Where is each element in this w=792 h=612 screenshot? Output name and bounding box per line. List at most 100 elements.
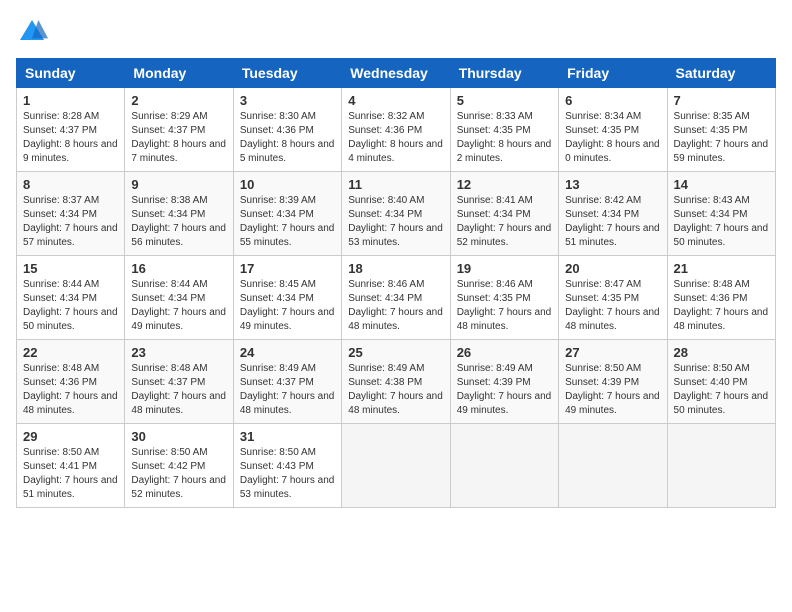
day-number: 23: [131, 345, 226, 360]
calendar-cell: 13 Sunrise: 8:42 AM Sunset: 4:34 PM Dayl…: [559, 172, 667, 256]
day-number: 22: [23, 345, 118, 360]
day-number: 6: [565, 93, 660, 108]
day-number: 29: [23, 429, 118, 444]
calendar-cell: 8 Sunrise: 8:37 AM Sunset: 4:34 PM Dayli…: [17, 172, 125, 256]
day-number: 19: [457, 261, 552, 276]
calendar-cell: 9 Sunrise: 8:38 AM Sunset: 4:34 PM Dayli…: [125, 172, 233, 256]
day-number: 2: [131, 93, 226, 108]
calendar-header-row: SundayMondayTuesdayWednesdayThursdayFrid…: [17, 59, 776, 88]
day-number: 15: [23, 261, 118, 276]
calendar-cell: 6 Sunrise: 8:34 AM Sunset: 4:35 PM Dayli…: [559, 88, 667, 172]
day-info: Sunrise: 8:49 AM Sunset: 4:37 PM Dayligh…: [240, 362, 335, 418]
calendar-cell: [667, 424, 775, 508]
calendar-cell: 11 Sunrise: 8:40 AM Sunset: 4:34 PM Dayl…: [342, 172, 450, 256]
calendar-cell: 17 Sunrise: 8:45 AM Sunset: 4:34 PM Dayl…: [233, 256, 341, 340]
calendar-cell: 21 Sunrise: 8:48 AM Sunset: 4:36 PM Dayl…: [667, 256, 775, 340]
day-number: 28: [674, 345, 769, 360]
calendar-cell: 16 Sunrise: 8:44 AM Sunset: 4:34 PM Dayl…: [125, 256, 233, 340]
day-info: Sunrise: 8:43 AM Sunset: 4:34 PM Dayligh…: [674, 194, 769, 250]
day-number: 26: [457, 345, 552, 360]
day-info: Sunrise: 8:50 AM Sunset: 4:41 PM Dayligh…: [23, 446, 118, 502]
day-info: Sunrise: 8:50 AM Sunset: 4:43 PM Dayligh…: [240, 446, 335, 502]
day-info: Sunrise: 8:40 AM Sunset: 4:34 PM Dayligh…: [348, 194, 443, 250]
day-info: Sunrise: 8:29 AM Sunset: 4:37 PM Dayligh…: [131, 110, 226, 166]
day-header-saturday: Saturday: [667, 59, 775, 88]
calendar-cell: 12 Sunrise: 8:41 AM Sunset: 4:34 PM Dayl…: [450, 172, 558, 256]
calendar-cell: 20 Sunrise: 8:47 AM Sunset: 4:35 PM Dayl…: [559, 256, 667, 340]
day-number: 10: [240, 177, 335, 192]
day-info: Sunrise: 8:35 AM Sunset: 4:35 PM Dayligh…: [674, 110, 769, 166]
day-number: 20: [565, 261, 660, 276]
calendar-cell: 4 Sunrise: 8:32 AM Sunset: 4:36 PM Dayli…: [342, 88, 450, 172]
calendar-cell: 29 Sunrise: 8:50 AM Sunset: 4:41 PM Dayl…: [17, 424, 125, 508]
day-header-tuesday: Tuesday: [233, 59, 341, 88]
day-header-sunday: Sunday: [17, 59, 125, 88]
calendar-cell: 5 Sunrise: 8:33 AM Sunset: 4:35 PM Dayli…: [450, 88, 558, 172]
day-header-wednesday: Wednesday: [342, 59, 450, 88]
day-info: Sunrise: 8:38 AM Sunset: 4:34 PM Dayligh…: [131, 194, 226, 250]
day-info: Sunrise: 8:34 AM Sunset: 4:35 PM Dayligh…: [565, 110, 660, 166]
day-info: Sunrise: 8:33 AM Sunset: 4:35 PM Dayligh…: [457, 110, 552, 166]
day-number: 27: [565, 345, 660, 360]
day-info: Sunrise: 8:48 AM Sunset: 4:37 PM Dayligh…: [131, 362, 226, 418]
calendar-cell: 22 Sunrise: 8:48 AM Sunset: 4:36 PM Dayl…: [17, 340, 125, 424]
calendar-week-row: 29 Sunrise: 8:50 AM Sunset: 4:41 PM Dayl…: [17, 424, 776, 508]
calendar-cell: 15 Sunrise: 8:44 AM Sunset: 4:34 PM Dayl…: [17, 256, 125, 340]
calendar-cell: 7 Sunrise: 8:35 AM Sunset: 4:35 PM Dayli…: [667, 88, 775, 172]
calendar-cell: 14 Sunrise: 8:43 AM Sunset: 4:34 PM Dayl…: [667, 172, 775, 256]
day-info: Sunrise: 8:42 AM Sunset: 4:34 PM Dayligh…: [565, 194, 660, 250]
day-number: 8: [23, 177, 118, 192]
day-number: 16: [131, 261, 226, 276]
day-info: Sunrise: 8:50 AM Sunset: 4:39 PM Dayligh…: [565, 362, 660, 418]
day-number: 12: [457, 177, 552, 192]
day-info: Sunrise: 8:37 AM Sunset: 4:34 PM Dayligh…: [23, 194, 118, 250]
calendar: SundayMondayTuesdayWednesdayThursdayFrid…: [16, 58, 776, 508]
day-number: 31: [240, 429, 335, 444]
calendar-cell: 1 Sunrise: 8:28 AM Sunset: 4:37 PM Dayli…: [17, 88, 125, 172]
calendar-week-row: 1 Sunrise: 8:28 AM Sunset: 4:37 PM Dayli…: [17, 88, 776, 172]
calendar-cell: 31 Sunrise: 8:50 AM Sunset: 4:43 PM Dayl…: [233, 424, 341, 508]
day-number: 9: [131, 177, 226, 192]
day-info: Sunrise: 8:47 AM Sunset: 4:35 PM Dayligh…: [565, 278, 660, 334]
day-number: 17: [240, 261, 335, 276]
day-number: 24: [240, 345, 335, 360]
logo: [16, 16, 52, 48]
logo-icon: [16, 16, 48, 48]
day-info: Sunrise: 8:48 AM Sunset: 4:36 PM Dayligh…: [674, 278, 769, 334]
day-header-monday: Monday: [125, 59, 233, 88]
calendar-cell: 28 Sunrise: 8:50 AM Sunset: 4:40 PM Dayl…: [667, 340, 775, 424]
day-info: Sunrise: 8:41 AM Sunset: 4:34 PM Dayligh…: [457, 194, 552, 250]
day-number: 4: [348, 93, 443, 108]
day-info: Sunrise: 8:50 AM Sunset: 4:42 PM Dayligh…: [131, 446, 226, 502]
day-info: Sunrise: 8:44 AM Sunset: 4:34 PM Dayligh…: [23, 278, 118, 334]
day-info: Sunrise: 8:50 AM Sunset: 4:40 PM Dayligh…: [674, 362, 769, 418]
calendar-cell: [450, 424, 558, 508]
calendar-cell: 18 Sunrise: 8:46 AM Sunset: 4:34 PM Dayl…: [342, 256, 450, 340]
calendar-cell: [559, 424, 667, 508]
day-info: Sunrise: 8:49 AM Sunset: 4:38 PM Dayligh…: [348, 362, 443, 418]
day-info: Sunrise: 8:30 AM Sunset: 4:36 PM Dayligh…: [240, 110, 335, 166]
calendar-cell: 30 Sunrise: 8:50 AM Sunset: 4:42 PM Dayl…: [125, 424, 233, 508]
calendar-cell: 10 Sunrise: 8:39 AM Sunset: 4:34 PM Dayl…: [233, 172, 341, 256]
day-number: 13: [565, 177, 660, 192]
calendar-cell: 24 Sunrise: 8:49 AM Sunset: 4:37 PM Dayl…: [233, 340, 341, 424]
calendar-week-row: 22 Sunrise: 8:48 AM Sunset: 4:36 PM Dayl…: [17, 340, 776, 424]
calendar-cell: 3 Sunrise: 8:30 AM Sunset: 4:36 PM Dayli…: [233, 88, 341, 172]
day-number: 5: [457, 93, 552, 108]
header: [16, 16, 776, 48]
day-info: Sunrise: 8:28 AM Sunset: 4:37 PM Dayligh…: [23, 110, 118, 166]
calendar-cell: 27 Sunrise: 8:50 AM Sunset: 4:39 PM Dayl…: [559, 340, 667, 424]
calendar-week-row: 8 Sunrise: 8:37 AM Sunset: 4:34 PM Dayli…: [17, 172, 776, 256]
calendar-cell: 26 Sunrise: 8:49 AM Sunset: 4:39 PM Dayl…: [450, 340, 558, 424]
day-info: Sunrise: 8:48 AM Sunset: 4:36 PM Dayligh…: [23, 362, 118, 418]
day-number: 14: [674, 177, 769, 192]
day-header-friday: Friday: [559, 59, 667, 88]
day-number: 18: [348, 261, 443, 276]
calendar-cell: 23 Sunrise: 8:48 AM Sunset: 4:37 PM Dayl…: [125, 340, 233, 424]
day-info: Sunrise: 8:39 AM Sunset: 4:34 PM Dayligh…: [240, 194, 335, 250]
calendar-cell: 19 Sunrise: 8:46 AM Sunset: 4:35 PM Dayl…: [450, 256, 558, 340]
day-info: Sunrise: 8:32 AM Sunset: 4:36 PM Dayligh…: [348, 110, 443, 166]
day-info: Sunrise: 8:49 AM Sunset: 4:39 PM Dayligh…: [457, 362, 552, 418]
day-number: 7: [674, 93, 769, 108]
day-info: Sunrise: 8:46 AM Sunset: 4:34 PM Dayligh…: [348, 278, 443, 334]
